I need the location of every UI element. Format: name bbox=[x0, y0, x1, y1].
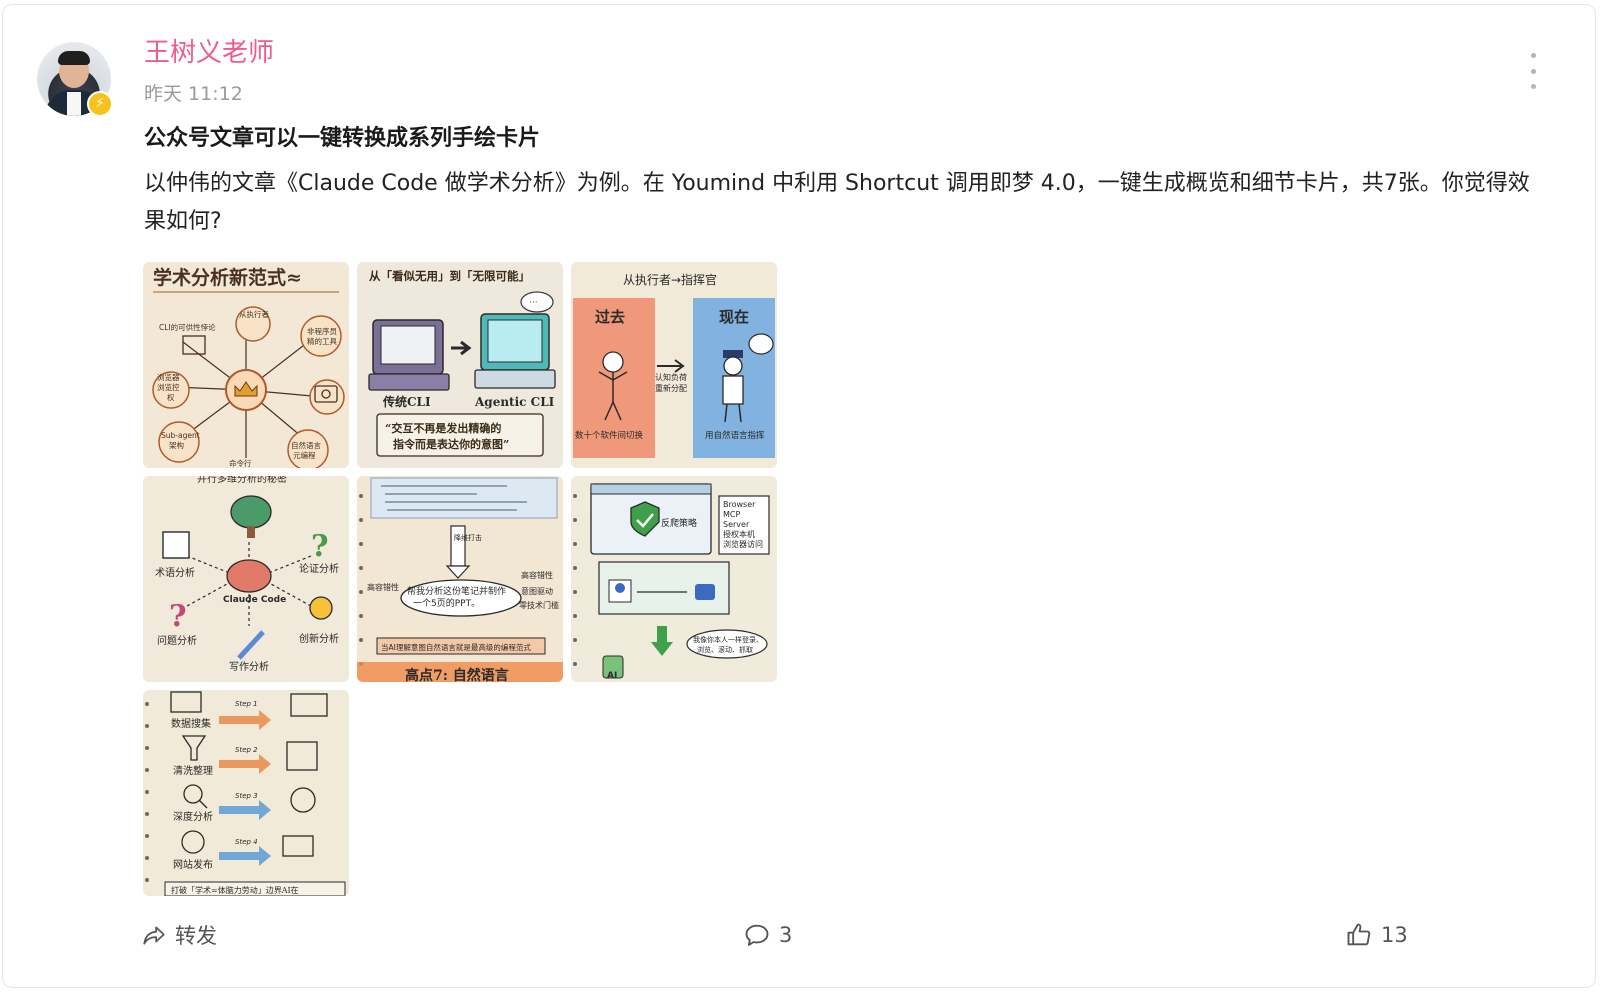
action-bar: 转发 3 13 bbox=[3, 915, 1597, 955]
post-card: ⚡ 王树义老师 昨天 11:12 公众号文章可以一键转换成系列手绘卡片 以仲伟的… bbox=[2, 4, 1596, 988]
like-count: 13 bbox=[1381, 923, 1408, 947]
lightning-badge-icon: ⚡ bbox=[87, 91, 113, 117]
more-dot bbox=[1530, 53, 1536, 58]
image-card-7-label-4: 网站发布 bbox=[173, 858, 213, 871]
image-card-4[interactable]: 并行多维分析的秘密 ? ? 术语分析 论证分析 Claude Code 问题分析… bbox=[143, 476, 349, 682]
more-dot bbox=[1530, 68, 1536, 74]
image-card-1-label-7: 权 bbox=[167, 392, 175, 402]
more-vertical-icon[interactable] bbox=[1521, 53, 1545, 89]
image-card-4-title: 并行多维分析的秘密 bbox=[197, 476, 287, 485]
image-card-6-label-9: AI bbox=[607, 671, 617, 681]
image-card-1-label-2: 从执行者 bbox=[239, 309, 269, 319]
image-card-2-label-4: 指令而是表达你的意图” bbox=[393, 437, 509, 451]
image-card-1-label-6: 浏览控 bbox=[157, 382, 180, 392]
image-card-6-label-5: 浏览器访问 bbox=[723, 539, 763, 549]
image-card-6-label-7: 我像你本人一样登录、 bbox=[693, 635, 763, 644]
image-card-5-label-4: 零技术门槛 bbox=[519, 600, 559, 610]
image-card-7-label-2: 清洗整理 bbox=[173, 764, 213, 777]
image-card-1-label-8: Sub-agent bbox=[161, 431, 200, 440]
image-card-4-label-4: 问题分析 bbox=[157, 634, 197, 647]
image-card-7-illustration: 数据搜集 清洗整理 深度分析 网站发布 Step 1 Step 2 Step 3… bbox=[143, 690, 349, 896]
thumbs-up-icon bbox=[1347, 923, 1371, 946]
post-body: 以仲伟的文章《Claude Code 做学术分析》为例。在 Youmind 中利… bbox=[144, 171, 1530, 234]
image-card-4-illustration: 并行多维分析的秘密 ? ? 术语分析 论证分析 Claude Code 问题分析… bbox=[143, 476, 349, 682]
comment-count: 3 bbox=[779, 923, 793, 947]
image-card-4-label-1: 术语分析 bbox=[155, 566, 195, 579]
image-card-1-illustration: 学术分析新范式≈ CLI的可供性悖论 从执行者 非程序员 精的工具 浏览器 浏览… bbox=[143, 262, 349, 468]
share-label: 转发 bbox=[175, 924, 217, 948]
image-card-1-label-11: 元编程 bbox=[293, 450, 316, 460]
svg-text:···: ··· bbox=[529, 298, 538, 308]
image-card-2-label-1: 传统CLI bbox=[382, 394, 431, 409]
image-card-6[interactable]: 反爬策略 Browser MCP Server 授权本机 浏览器访问 我像你本人… bbox=[571, 476, 777, 682]
image-card-2-label-3: “交互不再是发出精确的 bbox=[385, 421, 501, 435]
image-card-5-title: 高点7: 自然语言 bbox=[405, 667, 509, 682]
image-card-4-label-2: 论证分析 bbox=[299, 562, 339, 575]
author-name[interactable]: 王树义老师 bbox=[144, 35, 274, 71]
image-card-6-label-3: Server bbox=[723, 520, 750, 529]
post-title: 公众号文章可以一键转换成系列手绘卡片 bbox=[144, 126, 541, 151]
image-card-2[interactable]: 从「看似无用」到「无限可能」 ··· 传统CLI Agentic CLI “交互… bbox=[357, 262, 563, 468]
image-card-5-illustration: 降维打击 高容错性 意图驱动 零技术门槛 高容错性 帮我分析这份笔记并制作 一个… bbox=[357, 476, 563, 682]
image-card-7-label-1: 数据搜集 bbox=[171, 717, 211, 730]
image-card-7-label-3: 深度分析 bbox=[173, 810, 213, 823]
image-card-1-label-5: 浏览器 bbox=[157, 372, 180, 382]
image-card-3-label-2: 现在 bbox=[719, 308, 749, 326]
image-card-3-label-6: 用自然语言指挥 bbox=[705, 430, 765, 441]
image-card-3-label-5: 数十个软件间切换 bbox=[575, 430, 644, 441]
svg-text:?: ? bbox=[311, 529, 329, 564]
image-card-6-label-2: MCP bbox=[723, 510, 740, 519]
image-card-3-label-4: 重新分配 bbox=[655, 383, 687, 393]
image-card-1-label-4: 精的工具 bbox=[307, 336, 337, 346]
comment-icon bbox=[745, 924, 769, 946]
image-card-7-label-7: Step 3 bbox=[235, 792, 258, 800]
image-card-5-label-5: 高容错性 bbox=[367, 582, 399, 592]
image-card-5-label-6: 帮我分析这份笔记并制作 bbox=[407, 585, 506, 597]
share-button[interactable]: 转发 bbox=[141, 915, 217, 955]
image-card-1-label-3: 非程序员 bbox=[307, 326, 337, 336]
image-card-6-label-8: 浏览、滚动、抓取 bbox=[697, 645, 753, 654]
svg-text:?: ? bbox=[169, 599, 187, 634]
post-time: 昨天 11:12 bbox=[144, 83, 243, 105]
image-card-6-label-4: 授权本机 bbox=[723, 529, 755, 539]
image-card-7[interactable]: 数据搜集 清洗整理 深度分析 网站发布 Step 1 Step 2 Step 3… bbox=[143, 690, 349, 896]
image-card-1-label-1: CLI的可供性悖论 bbox=[159, 322, 216, 332]
image-card-3-title: 从执行者→指挥官 bbox=[623, 272, 717, 287]
image-card-5-label-8: 当AI理解意图自然语言就是最高级的编程范式 bbox=[381, 642, 531, 652]
image-card-5-label-7: 一个5页的PPT。 bbox=[413, 597, 480, 609]
image-card-3-label-3: 认知负荷 bbox=[655, 372, 687, 382]
avatar-hair bbox=[58, 51, 90, 65]
image-card-7-label-8: Step 4 bbox=[235, 838, 258, 846]
like-button[interactable]: 13 bbox=[1345, 915, 1408, 955]
image-card-2-title: 从「看似无用」到「无限可能」 bbox=[369, 269, 530, 283]
image-card-4-label-5: 创新分析 bbox=[299, 632, 339, 645]
image-card-7-label-5: Step 1 bbox=[235, 700, 258, 708]
image-card-1-label-9: 架构 bbox=[169, 440, 184, 450]
more-dot bbox=[1530, 84, 1536, 89]
image-grid: 学术分析新范式≈ CLI的可供性悖论 从执行者 非程序员 精的工具 浏览器 浏览… bbox=[143, 262, 779, 898]
comment-button[interactable]: 3 bbox=[743, 915, 792, 955]
image-card-4-label-3: Claude Code bbox=[223, 595, 286, 605]
image-card-6-label-1: Browser bbox=[723, 500, 756, 509]
image-card-3[interactable]: 从执行者→指挥官 过去 现在 认知负荷 重新分配 数十个软件间切换 用自然语言指… bbox=[571, 262, 777, 468]
image-card-1-label-10: 自然语言 bbox=[291, 440, 321, 450]
image-card-5-label-2: 高容错性 bbox=[521, 570, 553, 580]
image-card-1-label-12: 命令行 bbox=[229, 458, 252, 468]
image-card-5-label-3: 意图驱动 bbox=[521, 586, 553, 596]
image-card-3-illustration: 从执行者→指挥官 过去 现在 认知负荷 重新分配 数十个软件间切换 用自然语言指… bbox=[571, 262, 777, 468]
image-card-2-illustration: 从「看似无用」到「无限可能」 ··· 传统CLI Agentic CLI “交互… bbox=[357, 262, 563, 468]
image-card-5[interactable]: 降维打击 高容错性 意图驱动 零技术门槛 高容错性 帮我分析这份笔记并制作 一个… bbox=[357, 476, 563, 682]
image-card-2-label-2: Agentic CLI bbox=[474, 395, 555, 409]
image-card-4-label-6: 写作分析 bbox=[229, 660, 269, 673]
image-card-3-label-1: 过去 bbox=[595, 308, 625, 326]
image-card-7-title: 打破「学术=体脑力劳动」边界AI在 bbox=[171, 885, 299, 895]
avatar-shirt bbox=[67, 92, 81, 116]
image-card-6-illustration: 反爬策略 Browser MCP Server 授权本机 浏览器访问 我像你本人… bbox=[571, 476, 777, 682]
image-card-5-label-1: 降维打击 bbox=[454, 533, 482, 542]
image-card-1-title: 学术分析新范式≈ bbox=[153, 266, 302, 289]
image-card-1[interactable]: 学术分析新范式≈ CLI的可供性悖论 从执行者 非程序员 精的工具 浏览器 浏览… bbox=[143, 262, 349, 468]
image-card-7-label-6: Step 2 bbox=[235, 746, 258, 754]
image-card-6-label-6: 反爬策略 bbox=[661, 517, 697, 529]
share-icon bbox=[143, 926, 165, 945]
